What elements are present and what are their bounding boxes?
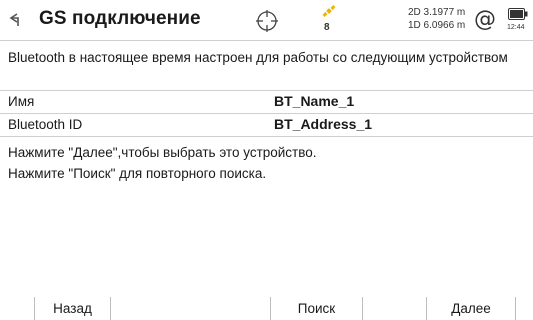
title-bar: GS подключение 8 2D 3.1977 m 1D 6.0966 m… <box>0 0 533 41</box>
softkey-empty-1 <box>110 297 270 320</box>
field-row-name: Имя BT_Name_1 <box>0 91 533 114</box>
softkey-empty-2 <box>362 297 426 320</box>
field-label-name: Имя <box>8 94 35 109</box>
field-value-bluetooth-id: BT_Address_1 <box>274 116 373 132</box>
battery-time: 12:44 <box>507 24 525 31</box>
precision-2d: 2D 3.1977 m <box>408 7 466 18</box>
status-description: Bluetooth в настоящее время настроен для… <box>0 41 533 91</box>
back-arrow-icon[interactable] <box>8 12 22 28</box>
at-icon[interactable]: @ <box>474 7 496 32</box>
crosshair-icon[interactable] <box>255 9 279 33</box>
field-value-name: BT_Name_1 <box>274 93 355 109</box>
precision-1d: 1D 6.0966 m <box>408 20 466 31</box>
satellite-count: 8 <box>324 22 330 33</box>
satellite-icon[interactable] <box>322 4 336 18</box>
instruction-next: Нажмите "Далее",чтобы выбрать это устрой… <box>8 145 317 160</box>
field-row-bluetooth-id: Bluetooth ID BT_Address_1 <box>0 114 533 137</box>
battery-icon <box>508 8 528 20</box>
next-button[interactable]: Далее <box>426 297 516 320</box>
precision-readout[interactable]: 2D 3.1977 m 1D 6.0966 m <box>408 6 465 32</box>
back-button[interactable]: Назад <box>34 297 110 320</box>
instructions: Нажмите "Далее",чтобы выбрать это устрой… <box>8 142 317 184</box>
page-title: GS подключение <box>39 8 201 29</box>
instruction-search: Нажмите "Поиск" для повторного поиска. <box>8 166 267 181</box>
field-label-bluetooth-id: Bluetooth ID <box>8 117 83 132</box>
softkey-bar: Назад Поиск Далее <box>0 297 533 320</box>
search-button[interactable]: Поиск <box>270 297 362 320</box>
